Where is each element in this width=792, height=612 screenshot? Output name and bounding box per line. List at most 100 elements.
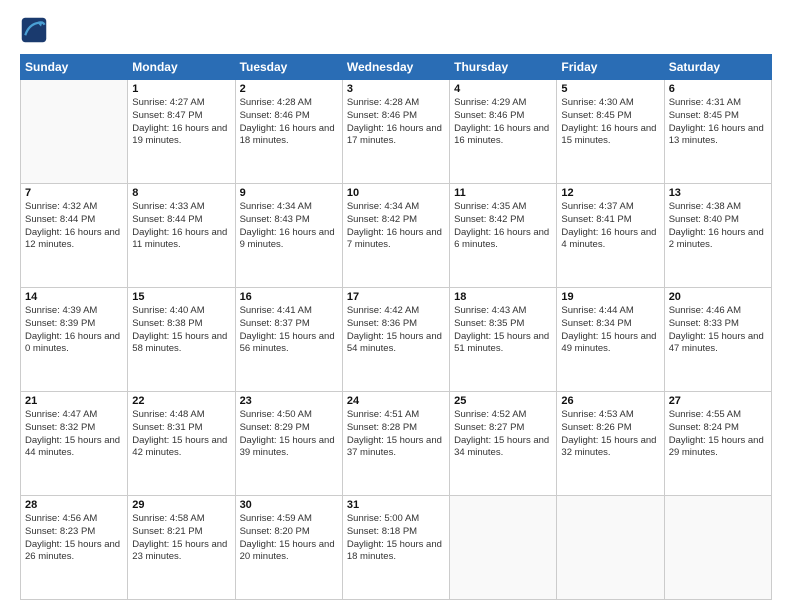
header <box>20 16 772 44</box>
calendar-cell: 4 Sunrise: 4:29 AM Sunset: 8:46 PM Daylig… <box>450 80 557 184</box>
calendar-cell: 19Sunrise: 4:44 AM Sunset: 8:34 PM Dayli… <box>557 288 664 392</box>
day-number: 25 <box>454 395 552 407</box>
calendar-cell: 22 Sunrise: 4:48 AM Sunset: 8:31 PM Dayli… <box>128 392 235 496</box>
calendar-cell: 11 Sunrise: 4:35 AM Sunset: 8:42 PM Dayli… <box>450 184 557 288</box>
day-number: 30 <box>240 499 338 511</box>
day-info: Sunrise: 4:34 AM Sunset: 8:42 PM Dayligh… <box>347 201 445 252</box>
week-row-1: 1 Sunrise: 4:27 AM Sunset: 8:47 PM Daylig… <box>21 80 772 184</box>
day-info: Sunrise: 4:29 AM Sunset: 8:46 PM Dayligh… <box>454 97 552 148</box>
day-number: 24 <box>347 395 445 407</box>
day-number: 13 <box>669 187 767 199</box>
calendar-cell: 27Sunrise: 4:55 AM Sunset: 8:24 PM Dayli… <box>664 392 771 496</box>
calendar-cell: 2 Sunrise: 4:28 AM Sunset: 8:46 PM Daylig… <box>235 80 342 184</box>
day-number: 14 <box>25 291 123 303</box>
day-number: 26 <box>561 395 659 407</box>
week-row-5: 28 Sunrise: 4:56 AM Sunset: 8:23 PM Dayli… <box>21 496 772 600</box>
calendar-cell: 3Sunrise: 4:28 AM Sunset: 8:46 PM Daylig… <box>342 80 449 184</box>
day-number: 11 <box>454 187 552 199</box>
day-number: 22 <box>132 395 230 407</box>
day-info: Sunrise: 4:43 AM Sunset: 8:35 PM Dayligh… <box>454 305 552 356</box>
calendar-cell <box>557 496 664 600</box>
calendar-cell: 10 Sunrise: 4:34 AM Sunset: 8:42 PM Dayli… <box>342 184 449 288</box>
day-info: Sunrise: 4:50 AM Sunset: 8:29 PM Dayligh… <box>240 409 338 460</box>
day-number: 3 <box>347 83 445 95</box>
day-info: Sunrise: 4:53 AM Sunset: 8:26 PM Dayligh… <box>561 409 659 460</box>
day-number: 9 <box>240 187 338 199</box>
day-number: 29 <box>132 499 230 511</box>
calendar-cell: 12Sunrise: 4:37 AM Sunset: 8:41 PM Dayli… <box>557 184 664 288</box>
column-header-friday: Friday <box>557 55 664 80</box>
day-number: 12 <box>561 187 659 199</box>
day-number: 5 <box>561 83 659 95</box>
day-info: Sunrise: 4:34 AM Sunset: 8:43 PM Dayligh… <box>240 201 338 252</box>
day-number: 10 <box>347 187 445 199</box>
day-info: Sunrise: 4:56 AM Sunset: 8:23 PM Dayligh… <box>25 513 123 564</box>
column-header-wednesday: Wednesday <box>342 55 449 80</box>
day-number: 21 <box>25 395 123 407</box>
week-row-4: 21Sunrise: 4:47 AM Sunset: 8:32 PM Dayli… <box>21 392 772 496</box>
day-info: Sunrise: 4:48 AM Sunset: 8:31 PM Dayligh… <box>132 409 230 460</box>
calendar-cell: 5 Sunrise: 4:30 AM Sunset: 8:45 PM Daylig… <box>557 80 664 184</box>
day-number: 18 <box>454 291 552 303</box>
day-info: Sunrise: 4:41 AM Sunset: 8:37 PM Dayligh… <box>240 305 338 356</box>
calendar-cell: 13 Sunrise: 4:38 AM Sunset: 8:40 PM Dayli… <box>664 184 771 288</box>
calendar-header-row: SundayMondayTuesdayWednesdayThursdayFrid… <box>21 55 772 80</box>
day-info: Sunrise: 4:40 AM Sunset: 8:38 PM Dayligh… <box>132 305 230 356</box>
calendar-cell: 6Sunrise: 4:31 AM Sunset: 8:45 PM Daylig… <box>664 80 771 184</box>
calendar-cell: 30 Sunrise: 4:59 AM Sunset: 8:20 PM Dayli… <box>235 496 342 600</box>
page: SundayMondayTuesdayWednesdayThursdayFrid… <box>0 0 792 612</box>
calendar-cell: 20 Sunrise: 4:46 AM Sunset: 8:33 PM Dayli… <box>664 288 771 392</box>
calendar-cell: 16Sunrise: 4:41 AM Sunset: 8:37 PM Dayli… <box>235 288 342 392</box>
calendar-cell: 9 Sunrise: 4:34 AM Sunset: 8:43 PM Daylig… <box>235 184 342 288</box>
day-info: Sunrise: 4:44 AM Sunset: 8:34 PM Dayligh… <box>561 305 659 356</box>
calendar-cell: 1 Sunrise: 4:27 AM Sunset: 8:47 PM Daylig… <box>128 80 235 184</box>
column-header-monday: Monday <box>128 55 235 80</box>
day-number: 15 <box>132 291 230 303</box>
day-info: Sunrise: 4:42 AM Sunset: 8:36 PM Dayligh… <box>347 305 445 356</box>
logo-icon <box>20 16 48 44</box>
calendar-cell <box>450 496 557 600</box>
calendar-table: SundayMondayTuesdayWednesdayThursdayFrid… <box>20 54 772 600</box>
calendar-cell: 29Sunrise: 4:58 AM Sunset: 8:21 PM Dayli… <box>128 496 235 600</box>
calendar-cell: 23 Sunrise: 4:50 AM Sunset: 8:29 PM Dayli… <box>235 392 342 496</box>
day-info: Sunrise: 4:31 AM Sunset: 8:45 PM Dayligh… <box>669 97 767 148</box>
day-info: Sunrise: 4:55 AM Sunset: 8:24 PM Dayligh… <box>669 409 767 460</box>
day-number: 31 <box>347 499 445 511</box>
day-info: Sunrise: 4:28 AM Sunset: 8:46 PM Dayligh… <box>240 97 338 148</box>
day-number: 23 <box>240 395 338 407</box>
calendar-cell: 17Sunrise: 4:42 AM Sunset: 8:36 PM Dayli… <box>342 288 449 392</box>
calendar-cell: 24 Sunrise: 4:51 AM Sunset: 8:28 PM Dayli… <box>342 392 449 496</box>
day-number: 4 <box>454 83 552 95</box>
day-info: Sunrise: 4:46 AM Sunset: 8:33 PM Dayligh… <box>669 305 767 356</box>
calendar-cell: 25 Sunrise: 4:52 AM Sunset: 8:27 PM Dayli… <box>450 392 557 496</box>
week-row-2: 7 Sunrise: 4:32 AM Sunset: 8:44 PM Daylig… <box>21 184 772 288</box>
day-number: 2 <box>240 83 338 95</box>
day-info: Sunrise: 5:00 AM Sunset: 8:18 PM Dayligh… <box>347 513 445 564</box>
week-row-3: 14Sunrise: 4:39 AM Sunset: 8:39 PM Dayli… <box>21 288 772 392</box>
day-info: Sunrise: 4:59 AM Sunset: 8:20 PM Dayligh… <box>240 513 338 564</box>
calendar-cell: 7 Sunrise: 4:32 AM Sunset: 8:44 PM Daylig… <box>21 184 128 288</box>
day-number: 20 <box>669 291 767 303</box>
calendar-cell <box>21 80 128 184</box>
calendar-cell <box>664 496 771 600</box>
day-info: Sunrise: 4:51 AM Sunset: 8:28 PM Dayligh… <box>347 409 445 460</box>
calendar-cell: 18 Sunrise: 4:43 AM Sunset: 8:35 PM Dayli… <box>450 288 557 392</box>
day-info: Sunrise: 4:38 AM Sunset: 8:40 PM Dayligh… <box>669 201 767 252</box>
column-header-thursday: Thursday <box>450 55 557 80</box>
day-info: Sunrise: 4:35 AM Sunset: 8:42 PM Dayligh… <box>454 201 552 252</box>
calendar-cell: 8Sunrise: 4:33 AM Sunset: 8:44 PM Daylig… <box>128 184 235 288</box>
day-info: Sunrise: 4:30 AM Sunset: 8:45 PM Dayligh… <box>561 97 659 148</box>
day-number: 7 <box>25 187 123 199</box>
day-number: 8 <box>132 187 230 199</box>
column-header-tuesday: Tuesday <box>235 55 342 80</box>
day-number: 28 <box>25 499 123 511</box>
column-header-saturday: Saturday <box>664 55 771 80</box>
day-info: Sunrise: 4:27 AM Sunset: 8:47 PM Dayligh… <box>132 97 230 148</box>
calendar-cell: 15 Sunrise: 4:40 AM Sunset: 8:38 PM Dayli… <box>128 288 235 392</box>
calendar-cell: 31 Sunrise: 5:00 AM Sunset: 8:18 PM Dayli… <box>342 496 449 600</box>
day-info: Sunrise: 4:52 AM Sunset: 8:27 PM Dayligh… <box>454 409 552 460</box>
logo <box>20 16 52 44</box>
day-number: 1 <box>132 83 230 95</box>
calendar-cell: 21Sunrise: 4:47 AM Sunset: 8:32 PM Dayli… <box>21 392 128 496</box>
day-info: Sunrise: 4:32 AM Sunset: 8:44 PM Dayligh… <box>25 201 123 252</box>
